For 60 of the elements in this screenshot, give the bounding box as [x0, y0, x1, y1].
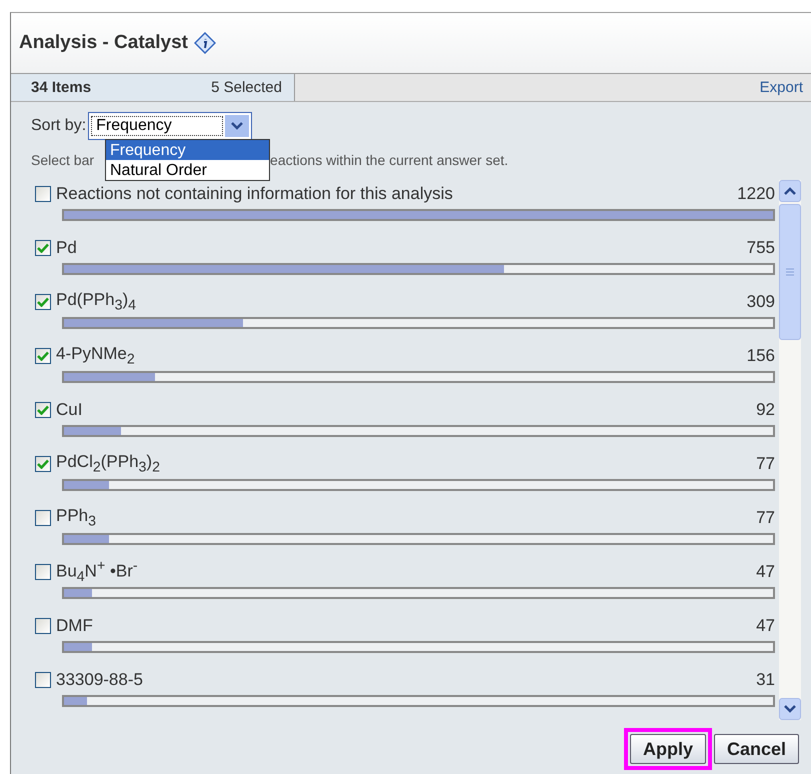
- scroll-thumb[interactable]: [779, 204, 801, 340]
- item-count: 47: [756, 562, 775, 582]
- item-count: 1220: [737, 184, 775, 204]
- item-count: 31: [756, 670, 775, 690]
- checkbox[interactable]: [35, 240, 51, 256]
- item-label: DMF: [56, 616, 94, 636]
- frequency-bar[interactable]: [62, 263, 775, 275]
- item-label: PPh$_{3}$: [56, 506, 98, 530]
- item-count: 77: [756, 508, 775, 528]
- chevron-down-icon: [784, 705, 796, 713]
- checkbox[interactable]: [35, 564, 51, 580]
- apply-button[interactable]: Apply: [624, 728, 712, 770]
- checkbox[interactable]: [35, 672, 51, 688]
- item-label: Pd: [56, 238, 78, 258]
- scrollbar[interactable]: [779, 180, 801, 720]
- chevron-down-icon: [231, 122, 244, 130]
- frequency-bar[interactable]: [62, 533, 775, 545]
- checkbox[interactable]: [35, 456, 51, 472]
- scroll-down-button[interactable]: [779, 698, 801, 720]
- frequency-bar[interactable]: [62, 425, 775, 437]
- checkbox[interactable]: [35, 402, 51, 418]
- hint-text: eactions within the current answer set.: [270, 152, 508, 168]
- item-count: 47: [756, 616, 775, 636]
- frequency-bar[interactable]: [62, 641, 775, 653]
- items-tab[interactable]: 34 Items 5 Selected: [11, 74, 295, 101]
- items-count: 34 Items: [31, 79, 92, 96]
- item-label: Pd(PPh$_{3}$)$_{4}$: [56, 290, 138, 314]
- checkbox[interactable]: [35, 294, 51, 310]
- checkbox[interactable]: [35, 186, 51, 202]
- panel-title: Analysis - Catalyst: [19, 32, 188, 54]
- checkbox[interactable]: [35, 510, 51, 526]
- checkbox[interactable]: [35, 348, 51, 364]
- frequency-bar[interactable]: [62, 587, 775, 599]
- sort-option[interactable]: Frequency: [106, 140, 269, 160]
- scroll-up-button[interactable]: [779, 180, 801, 202]
- frequency-bar[interactable]: [62, 371, 775, 383]
- item-count: 309: [746, 292, 775, 312]
- item-count: 77: [756, 454, 775, 474]
- frequency-bar[interactable]: [62, 479, 775, 491]
- sort-dropdown[interactable]: Frequency: [88, 112, 252, 140]
- item-count: 156: [746, 346, 775, 366]
- chevron-up-icon: [784, 187, 796, 195]
- item-label: PdCl$_{2}$(PPh$_{3}$)$_{2}$: [56, 452, 161, 476]
- frequency-bar[interactable]: [62, 317, 775, 329]
- checkbox[interactable]: [35, 618, 51, 634]
- item-count: 92: [756, 400, 775, 420]
- selected-count: 5 Selected: [211, 79, 282, 96]
- info-icon[interactable]: [194, 32, 216, 54]
- item-label: 4-PyNMe$_{2}$: [56, 344, 136, 368]
- item-label: 33309-88-5: [56, 670, 144, 690]
- hint-text: Select bar: [31, 152, 94, 168]
- item-count: 755: [746, 238, 775, 258]
- export-link[interactable]: Export: [760, 79, 803, 96]
- sort-label: Sort by:: [31, 117, 86, 135]
- item-label: Bu$_{4}$N$^{+}$ •Br$^{-}$: [56, 558, 139, 586]
- grip-icon: [786, 268, 794, 276]
- item-label: Reactions not containing information for this analysis: [56, 184, 454, 204]
- cancel-button[interactable]: Cancel: [714, 734, 799, 764]
- frequency-bar[interactable]: [62, 695, 775, 707]
- item-label: CuI: [56, 400, 84, 420]
